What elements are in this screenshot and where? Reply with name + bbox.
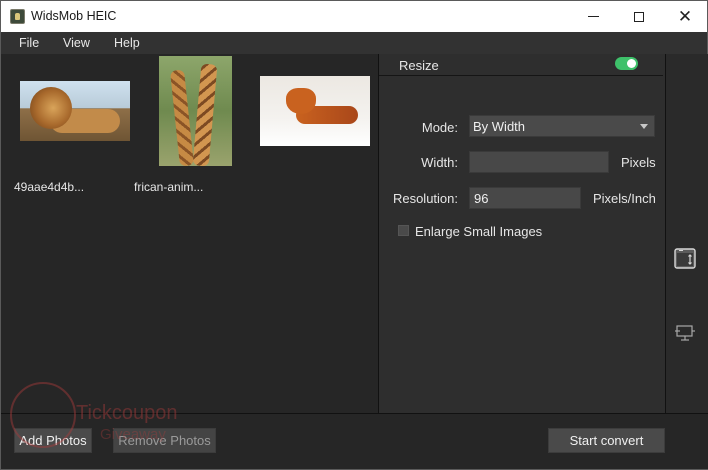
chevron-down-icon: [640, 124, 648, 129]
resolution-label: Resolution:: [392, 191, 458, 206]
title-bar: WidsMob HEIC ✕: [0, 0, 708, 32]
minimize-icon: [587, 16, 599, 17]
photo-list: 49aae4d4b... frican-anim...: [1, 54, 378, 413]
menu-file[interactable]: File: [19, 36, 39, 50]
photo-filename: 49aae4d4b...: [14, 180, 85, 194]
menu-help[interactable]: Help: [114, 36, 140, 50]
resolution-input[interactable]: [469, 187, 581, 209]
resize-section-header: Resize: [379, 54, 663, 76]
photo-thumbnail-fox[interactable]: [260, 76, 370, 146]
toggle-knob: [627, 59, 636, 68]
resize-toggle[interactable]: [615, 57, 638, 70]
width-label: Width:: [421, 155, 458, 170]
remove-photos-button[interactable]: Remove Photos: [113, 428, 216, 453]
mode-select-value: By Width: [473, 119, 526, 134]
maximize-button[interactable]: [616, 1, 662, 32]
close-icon: ✕: [677, 7, 693, 26]
giraffe-neck-shape: [170, 69, 194, 166]
resize-title: Resize: [399, 58, 439, 73]
width-unit: Pixels: [621, 155, 656, 170]
add-photos-button[interactable]: Add Photos: [14, 428, 92, 453]
resolution-unit: Pixels/Inch: [593, 191, 656, 206]
mode-select[interactable]: By Width: [469, 115, 655, 137]
width-input[interactable]: [469, 151, 609, 173]
app-icon: [10, 9, 25, 24]
menu-view[interactable]: View: [63, 36, 90, 50]
enlarge-small-images-label[interactable]: Enlarge Small Images: [415, 224, 542, 239]
mode-label: Mode:: [421, 120, 458, 135]
start-convert-button[interactable]: Start convert: [548, 428, 665, 453]
fox-head-shape: [286, 88, 316, 114]
crop-tool-icon[interactable]: [673, 320, 697, 344]
maximize-icon: [634, 11, 644, 22]
settings-panel: Resize Mode: By Width Width: Pixels Reso…: [378, 54, 665, 413]
resize-tool-icon[interactable]: [673, 246, 697, 270]
lion-mane-shape: [30, 87, 72, 129]
photo-thumbnail-giraffe[interactable]: [159, 56, 232, 166]
photo-filename: frican-anim...: [134, 180, 204, 194]
minimize-button[interactable]: [570, 1, 616, 32]
main-area: 49aae4d4b... frican-anim... Resize Mode:…: [0, 54, 708, 470]
close-button[interactable]: ✕: [662, 1, 708, 32]
window-title: WidsMob HEIC: [31, 9, 117, 23]
photo-thumbnail-lion[interactable]: [20, 81, 130, 141]
menu-bar: File View Help: [0, 32, 708, 54]
tool-strip: [665, 54, 708, 413]
enlarge-small-images-checkbox[interactable]: [398, 225, 409, 236]
giraffe-neck-shape: [192, 63, 218, 166]
